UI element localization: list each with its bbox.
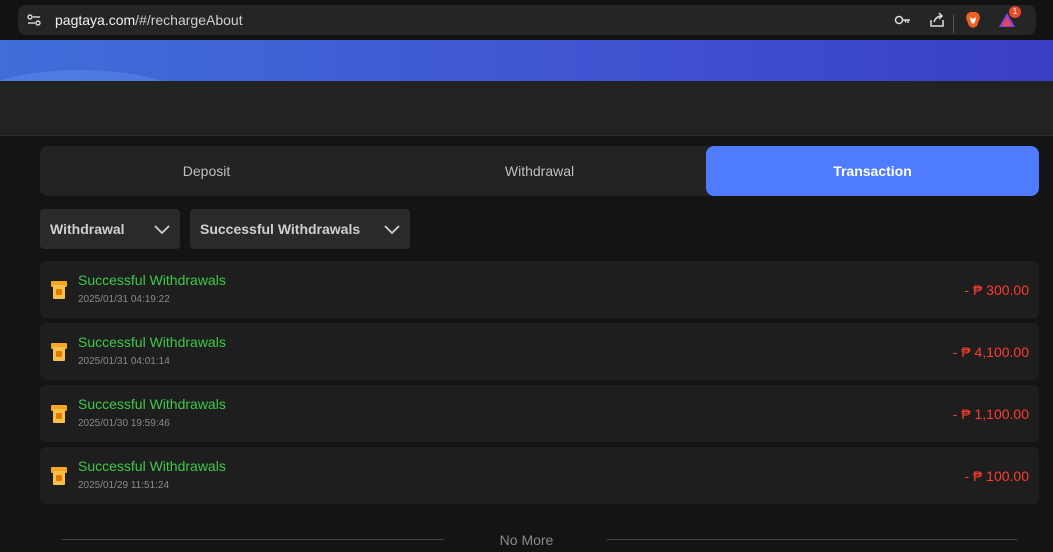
transaction-time: 2025/01/31 04:01:14 xyxy=(78,356,170,367)
transaction-tabs: Deposit Withdrawal Transaction xyxy=(40,146,1039,196)
transaction-amount: - ₱ 4,100.00 xyxy=(952,344,1029,360)
transaction-time: 2025/01/30 19:59:46 xyxy=(78,418,170,429)
transaction-row[interactable]: Successful Withdrawals 2025/01/31 04:01:… xyxy=(40,323,1039,380)
main-content: Deposit Withdrawal Transaction Withdrawa… xyxy=(0,136,1053,552)
brave-rewards-button[interactable]: 1 xyxy=(998,6,1021,29)
transaction-title: Successful Withdrawals xyxy=(78,334,226,350)
withdrawal-icon xyxy=(51,467,67,485)
page-header xyxy=(0,81,1053,136)
chevron-down-icon xyxy=(384,225,400,235)
site-settings-icon[interactable] xyxy=(26,12,42,28)
page-banner xyxy=(0,40,1053,81)
url-text: pagtaya.com/#/rechargeAbout xyxy=(55,12,243,28)
withdrawal-icon xyxy=(51,405,67,423)
key-icon[interactable] xyxy=(894,11,912,29)
transaction-row[interactable]: Successful Withdrawals 2025/01/29 11:51:… xyxy=(40,447,1039,504)
transaction-title: Successful Withdrawals xyxy=(78,458,226,474)
transaction-amount: - ₱ 1,100.00 xyxy=(952,406,1029,422)
type-select[interactable]: Withdrawal xyxy=(40,209,180,249)
share-icon[interactable] xyxy=(928,11,946,29)
no-more-label: No More xyxy=(499,532,554,548)
transaction-amount: - ₱ 100.00 xyxy=(964,468,1029,484)
tab-deposit[interactable]: Deposit xyxy=(40,146,373,196)
status-select-value: Successful Withdrawals xyxy=(200,221,361,237)
url-path: /#/rechargeAbout xyxy=(135,12,243,28)
toolbar-divider xyxy=(953,15,954,33)
tab-transaction[interactable]: Transaction xyxy=(706,146,1039,196)
url-host: pagtaya.com xyxy=(55,12,136,28)
transaction-row[interactable]: Successful Withdrawals 2025/01/31 04:19:… xyxy=(40,261,1039,318)
transaction-row[interactable]: Successful Withdrawals 2025/01/30 19:59:… xyxy=(40,385,1039,442)
status-select[interactable]: Successful Withdrawals xyxy=(190,209,410,249)
withdrawal-icon xyxy=(51,343,67,361)
transaction-amount: - ₱ 300.00 xyxy=(964,282,1029,298)
notification-badge: 1 xyxy=(1009,6,1021,18)
transaction-title: Successful Withdrawals xyxy=(78,272,226,288)
brave-shield-icon[interactable] xyxy=(964,11,982,29)
transaction-time: 2025/01/29 11:51:24 xyxy=(78,480,170,491)
type-select-value: Withdrawal xyxy=(50,221,125,237)
browser-toolbar: pagtaya.com/#/rechargeAbout 1 xyxy=(0,0,1053,40)
chevron-down-icon xyxy=(154,225,170,235)
withdrawal-icon xyxy=(51,281,67,299)
address-bar[interactable]: pagtaya.com/#/rechargeAbout 1 xyxy=(18,5,1036,35)
transaction-time: 2025/01/31 04:19:22 xyxy=(78,294,170,305)
tab-withdrawal[interactable]: Withdrawal xyxy=(373,146,706,196)
banner-decoration xyxy=(0,70,200,81)
no-more-indicator: No More xyxy=(0,530,1053,550)
transaction-title: Successful Withdrawals xyxy=(78,396,226,412)
